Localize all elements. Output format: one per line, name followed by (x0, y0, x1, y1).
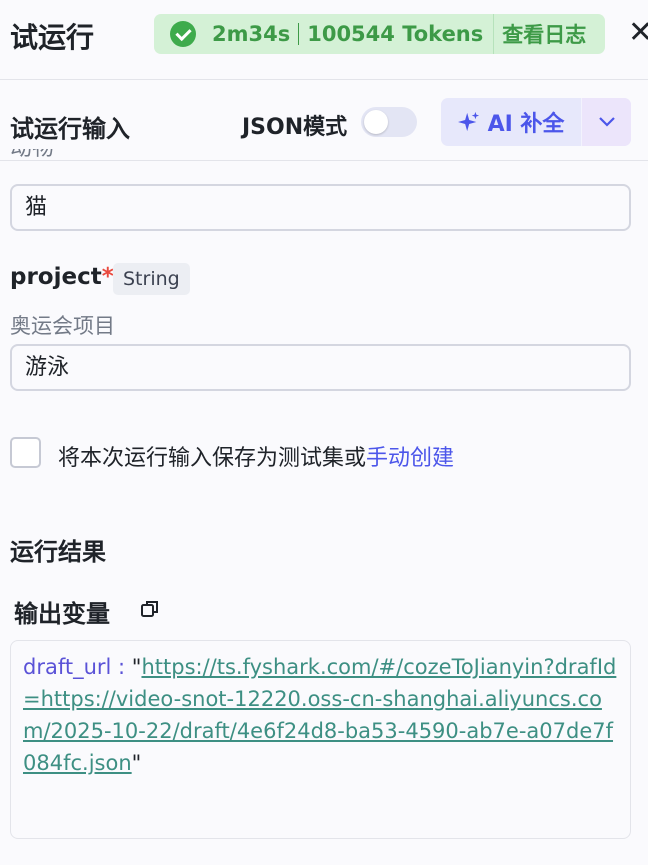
close-quote: " (131, 751, 142, 775)
field-label-animal: 动物 (10, 149, 54, 161)
ai-complete-label: AI 补全 (487, 112, 565, 137)
status-separator (298, 23, 300, 45)
input-toolbar: 试运行输入 JSON模式 AI 补全 (0, 81, 648, 161)
manual-create-link[interactable]: 手动创建 (366, 446, 454, 471)
ai-complete-dropdown[interactable] (582, 98, 631, 146)
close-icon[interactable]: ✕ (628, 18, 648, 48)
sparkle-icon (457, 111, 479, 132)
input-section-title: 试运行输入 (10, 115, 130, 143)
field-name-project: project* (10, 264, 114, 290)
json-mode-label: JSON模式 (242, 115, 348, 140)
run-duration: 2m34s (212, 22, 291, 46)
save-testset-checkbox[interactable] (10, 437, 41, 468)
output-variables-title: 输出变量 (14, 600, 110, 628)
animal-input[interactable]: 猫 (10, 184, 631, 231)
toggle-knob (364, 110, 388, 134)
ai-complete-button-group: AI 补全 (441, 98, 631, 146)
panel-title: 试运行 (10, 21, 95, 54)
output-value-box: draft_url : "https://ts.fyshark.com/#/co… (10, 640, 631, 839)
save-testset-label: 将本次运行输入保存为测试集或手动创建 (58, 446, 455, 471)
token-count: 100544 Tokens (307, 22, 484, 46)
field-type-tag: String (113, 263, 190, 295)
json-mode-toggle[interactable] (361, 107, 417, 137)
copy-icon[interactable] (140, 599, 160, 619)
chevron-down-icon (598, 117, 615, 127)
run-status-badge: 2m34s 100544 Tokens 查看日志 (154, 14, 605, 54)
check-circle-icon (170, 21, 196, 47)
output-key: draft_url : (23, 655, 132, 679)
panel-header: 试运行 2m34s 100544 Tokens 查看日志 ✕ (0, 0, 648, 80)
required-mark: * (101, 264, 114, 290)
field-label-project: 奥运会项目 (10, 314, 115, 338)
result-section-title: 运行结果 (10, 538, 106, 566)
project-input[interactable]: 游泳 (10, 344, 631, 391)
ai-complete-button[interactable]: AI 补全 (441, 98, 581, 146)
view-log-link[interactable]: 查看日志 (494, 19, 586, 49)
